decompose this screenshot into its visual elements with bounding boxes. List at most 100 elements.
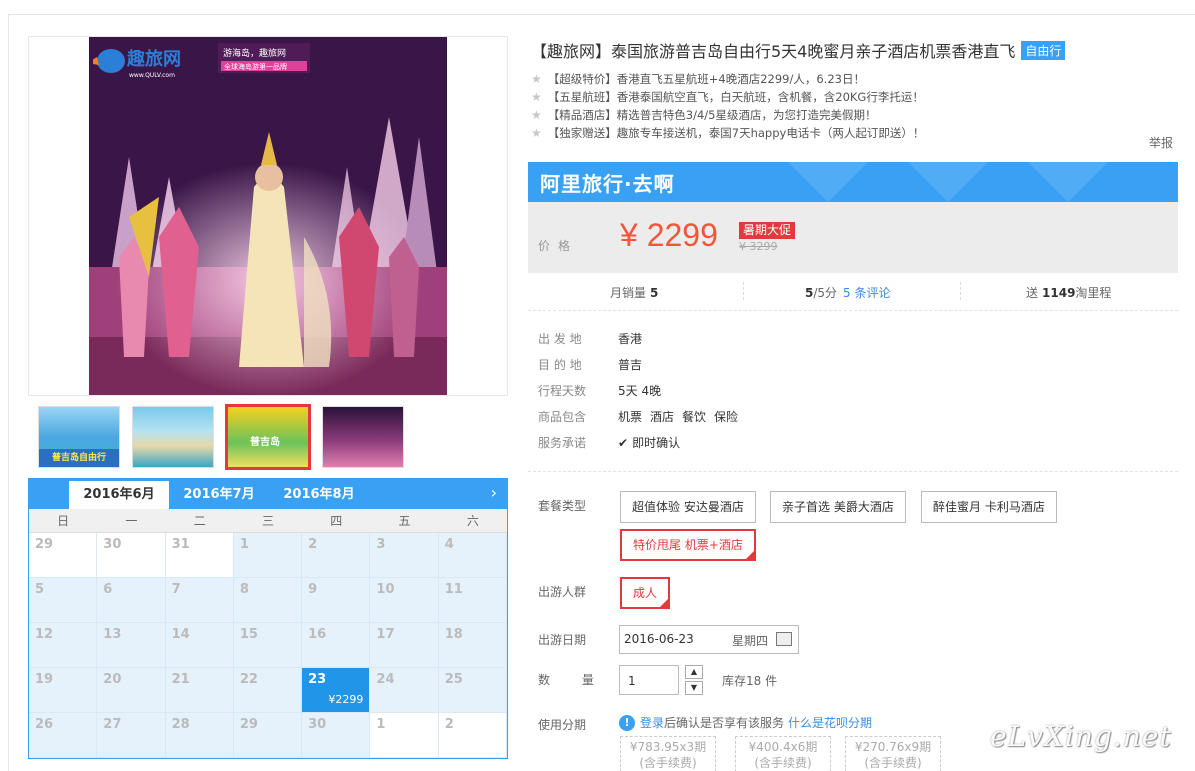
day-number: 11 [444, 582, 463, 597]
installment-plan-9[interactable]: ¥270.76x9期 (含手续费) [845, 736, 941, 771]
calendar-day[interactable]: 24 [370, 668, 439, 713]
calendar-day[interactable]: 19 [29, 668, 98, 713]
calendar-day[interactable]: 21 [165, 668, 234, 713]
points: 送 1149淘里程 [1026, 284, 1111, 301]
thumbnail-2[interactable] [132, 406, 214, 468]
include-item: 酒店 [650, 410, 675, 424]
calendar-day: 31 [165, 533, 234, 578]
installment-plan-6[interactable]: ¥400.4x6期 (含手续费) [735, 736, 831, 771]
calendar-day[interactable]: 13 [97, 623, 166, 668]
calendar-day[interactable]: 5 [29, 578, 98, 623]
promo-list: ★ 【超级特价】香港直飞五星航班+4晚酒店2299/人，6.23日！ ★ 【五星航班… [531, 70, 1181, 142]
calendar-day[interactable]: 22 [233, 668, 303, 713]
price-label: 价格 [538, 239, 579, 253]
package-option-3[interactable]: 醉佳蜜月 卡利马酒店 [921, 491, 1057, 523]
promo-item: ★ 【精品酒店】精选普吉特色3/4/5星级酒店，为您打造完美假期！ [531, 106, 1181, 124]
calendar-day[interactable]: 9 [302, 578, 371, 623]
installment-plan-3[interactable]: ¥783.95x3期 (含手续费) [620, 736, 716, 771]
promo-text: 【五星航班】香港泰国航空直飞，白天航班，含机餐，含20KG行李托运！ [547, 90, 924, 104]
info-row-service: 服务承诺 ✔ 即时确认 [538, 430, 746, 456]
calendar-day[interactable]: 10 [370, 578, 439, 623]
calendar-day[interactable]: 29 [233, 713, 303, 758]
monthly-sales: 月销量 5 [610, 284, 658, 301]
day-number: 8 [239, 582, 249, 597]
day-number: 9 [308, 582, 318, 597]
plan-fee: (含手续费) [754, 756, 812, 770]
thumbnail-4[interactable] [322, 406, 404, 468]
calendar-day[interactable]: 11 [438, 578, 507, 623]
date-picker-input[interactable]: 2016-06-23 星期四 [619, 625, 799, 654]
calendar-day: 30 [97, 533, 166, 578]
quantity-input[interactable]: 1 [619, 665, 679, 695]
calendar-day[interactable]: 3 [370, 533, 439, 578]
calendar-day[interactable]: 16 [302, 623, 371, 668]
points-value: 1149 [1042, 286, 1076, 300]
rating: 5/5分 5 条评论 [805, 284, 891, 301]
chevron-down-icon[interactable]: ▼ [685, 681, 703, 695]
calendar-day[interactable]: 17 [370, 623, 439, 668]
calendar-day[interactable]: 12 [29, 623, 98, 668]
calendar-day[interactable]: 1 [233, 533, 303, 578]
star-icon: ★ [531, 90, 542, 104]
calendar-day[interactable]: 27 [97, 713, 166, 758]
huabei-help-link[interactable]: 什么是花呗分期 [788, 714, 872, 731]
info-row-destination: 目 的 地 普吉 [538, 352, 746, 378]
package-option-1[interactable]: 超值体验 安达曼酒店 [620, 491, 756, 523]
promo-item: ★ 【超级特价】香港直飞五星航班+4晚酒店2299/人，6.23日！ [531, 70, 1181, 88]
tab-june[interactable]: 2016年6月 [69, 481, 169, 509]
calendar-day[interactable]: 26 [29, 713, 98, 758]
day-number: 1 [376, 717, 386, 732]
date-label: 出游日期 [538, 633, 587, 647]
day-number: 2 [444, 717, 454, 732]
divider [528, 310, 1178, 311]
people-option-adult[interactable]: 成人 ✔ [620, 577, 671, 609]
plan-amount: ¥400.4x6期 [748, 740, 818, 754]
day-number: 6 [103, 582, 113, 597]
logo-url: www.QULV.com [129, 72, 175, 79]
report-link[interactable]: 举报 [1149, 134, 1173, 151]
date-weekday: 星期四 [731, 634, 768, 648]
info-row-includes: 商品包含 机票 酒店 餐饮 保险 [538, 404, 746, 430]
day-number: 3 [376, 537, 386, 552]
chevron-up-icon[interactable]: ▲ [685, 665, 703, 679]
calendar-day[interactable]: 15 [233, 623, 303, 668]
info-row-departure: 出 发 地 香港 [538, 326, 746, 352]
calendar-day[interactable]: 6 [97, 578, 166, 623]
installment-text: 后确认是否享有该服务 [664, 716, 785, 730]
original-price: ¥ 3299 [739, 240, 778, 253]
login-link[interactable]: 登录 [640, 714, 664, 731]
main-product-image[interactable]: 趣旅网 www.QULV.com 游海岛，趣旅网 全球海岛游第一品牌 [89, 37, 447, 395]
day-number: 25 [444, 672, 463, 687]
tab-july[interactable]: 2016年7月 [169, 481, 269, 509]
calendar-day[interactable]: 7 [165, 578, 234, 623]
package-option-2[interactable]: 亲子首选 美爵大酒店 [770, 491, 906, 523]
calendar-day: 1 [370, 713, 439, 758]
plan-amount: ¥270.76x9期 [854, 740, 932, 754]
thumbnail-1[interactable]: 普吉岛自由行 [38, 406, 120, 468]
main-image-box: 趣旅网 www.QULV.com 游海岛，趣旅网 全球海岛游第一品牌 [28, 36, 508, 396]
calendar-day[interactable]: 30 [302, 713, 371, 758]
thumbnail-3[interactable]: 普吉岛 [225, 404, 311, 470]
calendar-day[interactable]: 25 [438, 668, 507, 713]
day-number: 21 [171, 672, 190, 687]
chevron-right-icon[interactable]: › [491, 483, 497, 502]
tab-august[interactable]: 2016年8月 [269, 481, 369, 509]
logo-slogan2: 全球海岛游第一品牌 [224, 62, 287, 71]
package-option-4[interactable]: 特价甩尾 机票+酒店 ✔ [620, 529, 756, 561]
plan-fee: (含手续费) [639, 756, 697, 770]
calendar-day[interactable]: 28 [165, 713, 234, 758]
calendar-day[interactable]: 20 [97, 668, 166, 713]
info-value: 香港 [618, 332, 643, 346]
product-info: 出 发 地 香港 目 的 地 普吉 行程天数 5天 4晚 商品包含 机票 酒店 餐饮 保险 服… [538, 326, 746, 456]
calendar-icon[interactable] [776, 632, 792, 646]
calendar-day[interactable]: 2 [302, 533, 371, 578]
calendar-day[interactable]: 8 [233, 578, 303, 623]
calendar-day[interactable]: 14 [165, 623, 234, 668]
calendar-day[interactable]: 4 [438, 533, 507, 578]
calendar-header: 2016年6月 2016年7月 2016年8月 › [29, 479, 507, 509]
calendar-day[interactable]: 18 [438, 623, 507, 668]
reviews-link[interactable]: 5 条评论 [843, 286, 890, 300]
calendar-day[interactable]: 23 ¥2299 [302, 668, 371, 713]
day-number: 23 [308, 672, 327, 687]
day-number: 17 [376, 627, 395, 642]
